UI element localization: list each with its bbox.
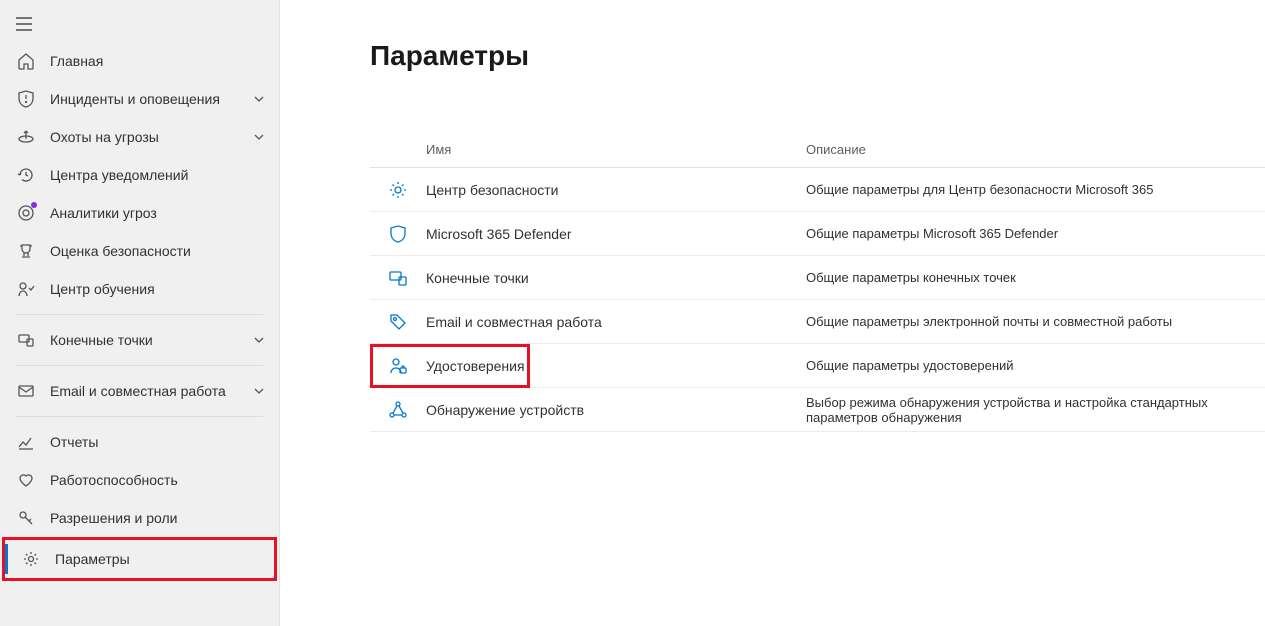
- sidebar-item-label: Центра уведомлений: [50, 167, 267, 183]
- sidebar-item-health[interactable]: Работоспособность: [0, 461, 279, 499]
- sidebar-item-home[interactable]: Главная: [0, 42, 279, 80]
- chevron-down-icon: [253, 130, 267, 144]
- trophy-icon: [16, 241, 36, 261]
- divider: [16, 314, 263, 315]
- sidebar-item-label: Параметры: [55, 551, 262, 567]
- home-icon: [16, 51, 36, 71]
- sidebar-item-label: Разрешения и роли: [50, 510, 267, 526]
- learning-icon: [16, 279, 36, 299]
- chevron-down-icon: [253, 384, 267, 398]
- settings-table: Имя Описание Центр безопасности Общие па…: [370, 142, 1265, 432]
- target-icon: [16, 127, 36, 147]
- row-name: Microsoft 365 Defender: [426, 226, 806, 242]
- identity-icon: [370, 356, 426, 376]
- sidebar: Главная Инциденты и оповещения Охоты на …: [0, 0, 280, 626]
- table-row[interactable]: Обнаружение устройств Выбор режима обнар…: [370, 388, 1265, 432]
- column-header-desc: Описание: [806, 142, 1265, 157]
- sidebar-item-settings[interactable]: Параметры: [5, 540, 274, 578]
- gear-icon: [370, 180, 426, 200]
- row-desc: Общие параметры Microsoft 365 Defender: [806, 226, 1265, 241]
- sidebar-item-permissions[interactable]: Разрешения и роли: [0, 499, 279, 537]
- sidebar-item-label: Инциденты и оповещения: [50, 91, 253, 107]
- column-header-name: Имя: [426, 142, 806, 157]
- heart-icon: [16, 470, 36, 490]
- row-desc: Общие параметры конечных точек: [806, 270, 1265, 285]
- divider: [16, 365, 263, 366]
- analytics-icon: [16, 203, 36, 223]
- table-row[interactable]: Email и совместная работа Общие параметр…: [370, 300, 1265, 344]
- sidebar-item-label: Работоспособность: [50, 472, 267, 488]
- clock-back-icon: [16, 165, 36, 185]
- table-row[interactable]: Центр безопасности Общие параметры для Ц…: [370, 168, 1265, 212]
- row-name: Конечные точки: [426, 270, 806, 286]
- sidebar-item-secure-score[interactable]: Оценка безопасности: [0, 232, 279, 270]
- chevron-down-icon: [253, 92, 267, 106]
- endpoints-icon: [16, 330, 36, 350]
- hamburger-button[interactable]: [0, 6, 279, 42]
- sidebar-item-label: Аналитики угроз: [50, 205, 267, 221]
- mail-icon: [16, 381, 36, 401]
- sidebar-item-label: Охоты на угрозы: [50, 129, 253, 145]
- row-name: Email и совместная работа: [426, 314, 806, 330]
- row-name: Удостоверения: [426, 358, 806, 374]
- main-content: Параметры Имя Описание Центр безопасност…: [280, 0, 1265, 626]
- gear-icon: [21, 549, 41, 569]
- device-discovery-icon: [370, 400, 426, 420]
- table-header: Имя Описание: [370, 142, 1265, 168]
- shield-alert-icon: [16, 89, 36, 109]
- shield-icon: [370, 224, 426, 244]
- sidebar-item-action-center[interactable]: Центра уведомлений: [0, 156, 279, 194]
- sidebar-item-label: Конечные точки: [50, 332, 253, 348]
- table-row[interactable]: Удостоверения Общие параметры удостовере…: [370, 344, 1265, 388]
- table-row[interactable]: Microsoft 365 Defender Общие параметры M…: [370, 212, 1265, 256]
- row-desc: Выбор режима обнаружения устройства и на…: [806, 395, 1265, 425]
- divider: [16, 416, 263, 417]
- row-desc: Общие параметры удостоверений: [806, 358, 1265, 373]
- row-name: Обнаружение устройств: [426, 402, 806, 418]
- sidebar-item-endpoints[interactable]: Конечные точки: [0, 321, 279, 359]
- sidebar-item-label: Email и совместная работа: [50, 383, 253, 399]
- reports-icon: [16, 432, 36, 452]
- sidebar-item-learning-hub[interactable]: Центр обучения: [0, 270, 279, 308]
- table-row[interactable]: Конечные точки Общие параметры конечных …: [370, 256, 1265, 300]
- sidebar-item-threat-analytics[interactable]: Аналитики угроз: [0, 194, 279, 232]
- sidebar-item-label: Главная: [50, 53, 267, 69]
- tag-icon: [370, 312, 426, 332]
- sidebar-item-incidents[interactable]: Инциденты и оповещения: [0, 80, 279, 118]
- row-name: Центр безопасности: [426, 182, 806, 198]
- endpoints-icon: [370, 268, 426, 288]
- chevron-down-icon: [253, 333, 267, 347]
- sidebar-item-label: Центр обучения: [50, 281, 267, 297]
- sidebar-item-label: Оценка безопасности: [50, 243, 267, 259]
- sidebar-item-hunting[interactable]: Охоты на угрозы: [0, 118, 279, 156]
- sidebar-item-email[interactable]: Email и совместная работа: [0, 372, 279, 410]
- key-icon: [16, 508, 36, 528]
- row-desc: Общие параметры для Центр безопасности M…: [806, 182, 1265, 197]
- highlight-box: Параметры: [2, 537, 277, 581]
- row-desc: Общие параметры электронной почты и совм…: [806, 314, 1265, 329]
- sidebar-item-reports[interactable]: Отчеты: [0, 423, 279, 461]
- sidebar-item-label: Отчеты: [50, 434, 267, 450]
- page-title: Параметры: [370, 40, 1265, 72]
